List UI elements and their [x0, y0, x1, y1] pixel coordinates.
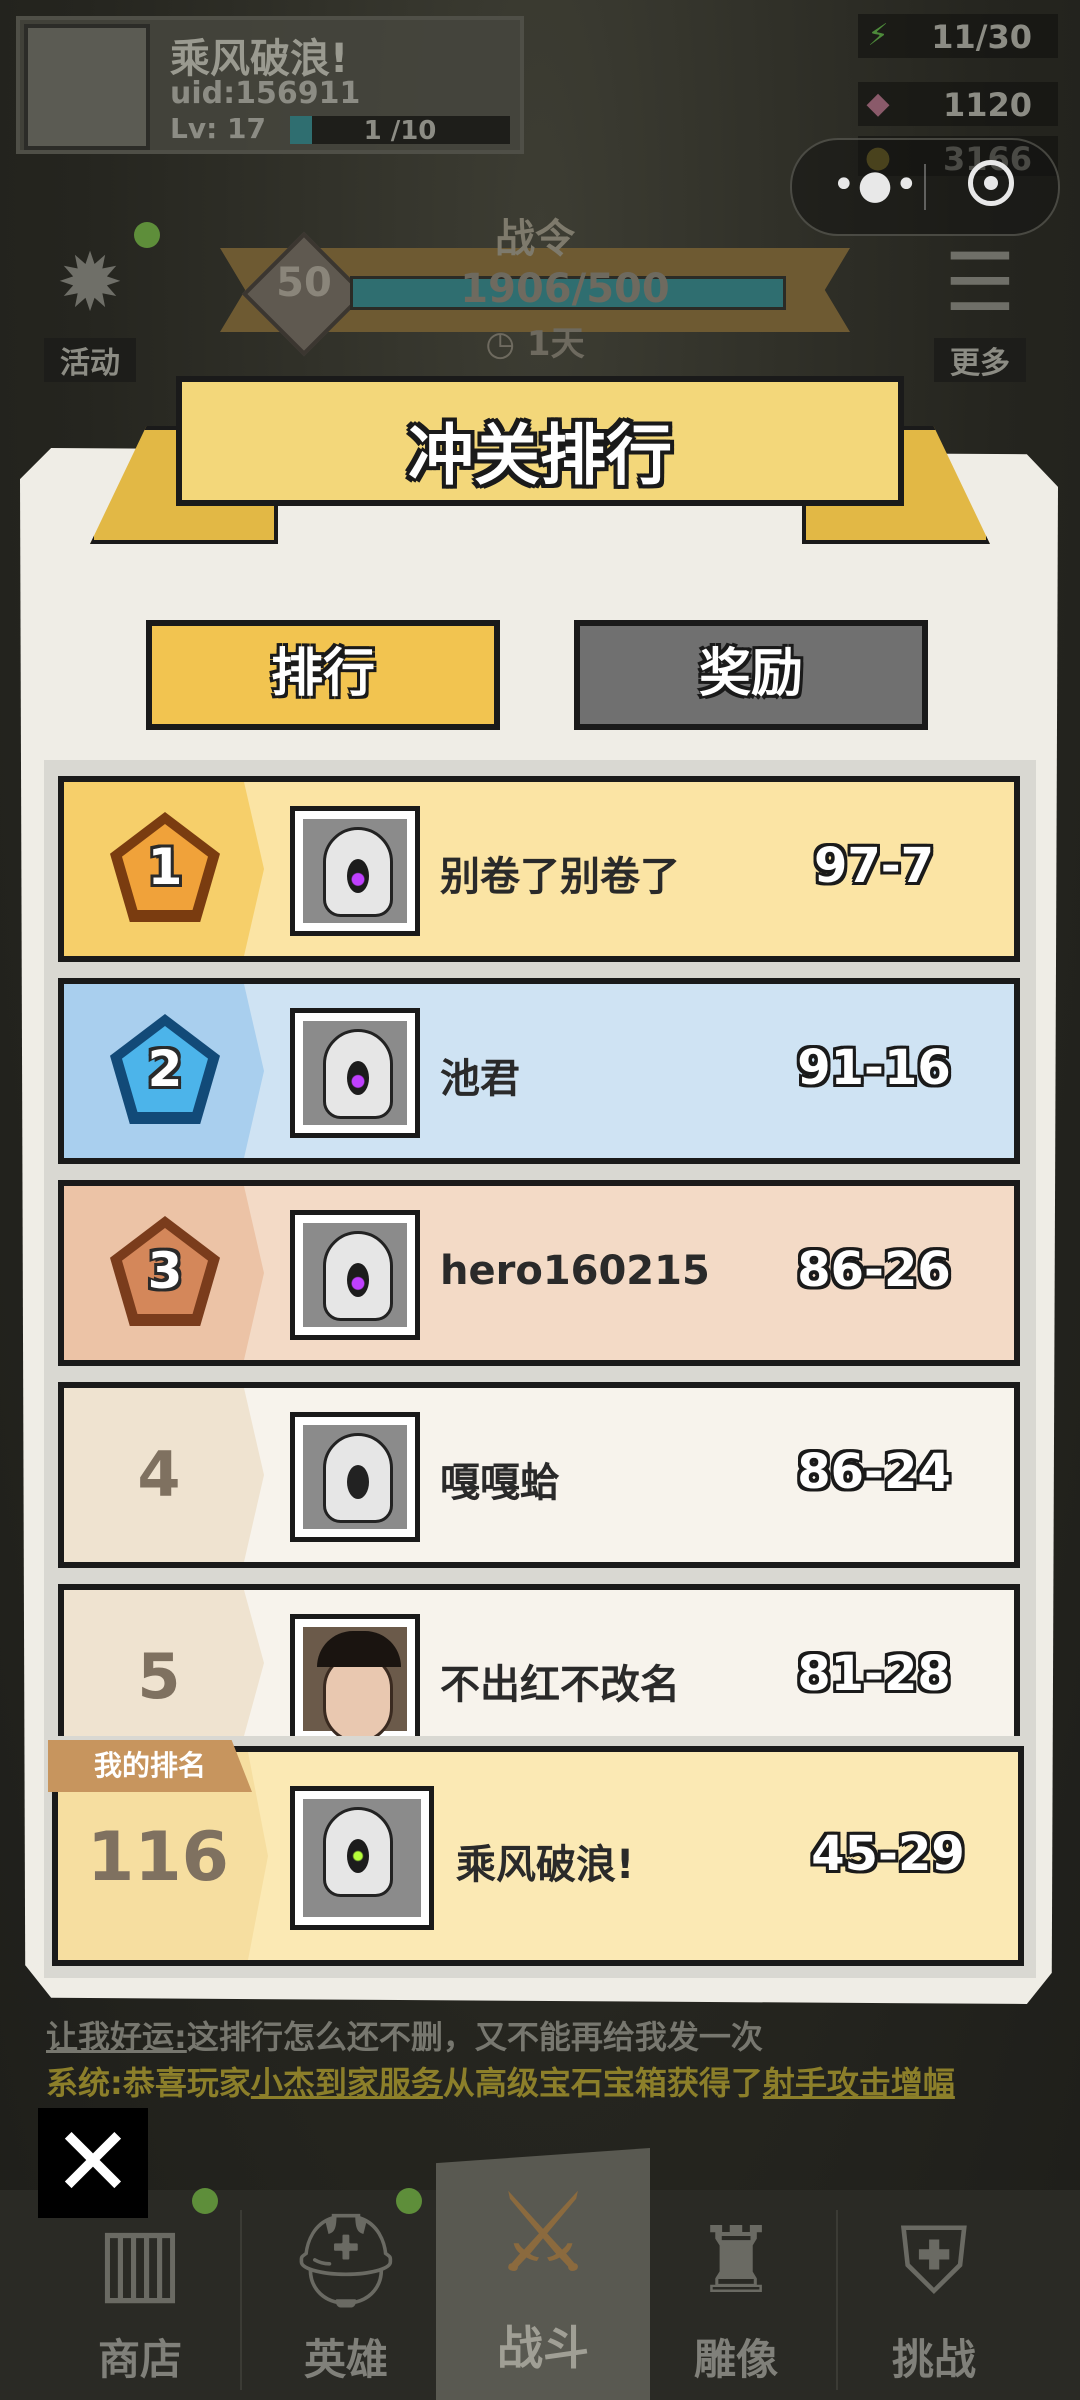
- nav-challenge-label: 挑战: [891, 2335, 976, 2384]
- player-score: 86-24: [797, 1444, 951, 1500]
- gem-value: 1120: [942, 86, 1032, 124]
- rank-number: 1: [147, 838, 183, 896]
- avatar: [290, 806, 420, 936]
- activity-button[interactable]: ✹ 活动: [30, 228, 150, 382]
- system-message: 系统:恭喜玩家小杰到家服务从高级宝石宝箱获得了射手攻击增幅: [46, 2058, 955, 2104]
- lightning-icon: ⚡: [867, 18, 889, 53]
- nav-shop[interactable]: ▥ 商店: [40, 2196, 240, 2400]
- energy-counter[interactable]: ⚡ 11/30: [858, 14, 1058, 58]
- level-exp-bar: 1 /10: [290, 116, 510, 146]
- close-button[interactable]: ✕: [38, 2108, 148, 2218]
- energy-value: 11/30: [931, 18, 1032, 56]
- capsule-divider: [924, 164, 926, 210]
- nav-hero[interactable]: ⛑ 英雄: [246, 2196, 446, 2400]
- gem-icon: ◆: [866, 86, 890, 121]
- nav-statue-label: 雕像: [693, 2335, 778, 2384]
- level-exp-text: 1 /10: [363, 116, 437, 146]
- avatar: [290, 1614, 420, 1736]
- close-target-icon[interactable]: [968, 160, 1014, 206]
- rank-number: 3: [147, 1242, 183, 1300]
- helmet-icon: ⛑: [287, 2207, 405, 2314]
- battle-pass-banner[interactable]: 战令 50 1906/500 ◷ 1天: [220, 216, 850, 364]
- player-score: 81-28: [797, 1646, 951, 1702]
- battle-pass-exp: 1906/500: [460, 266, 670, 312]
- chat-sender[interactable]: 让我好运:: [46, 2018, 187, 2056]
- shop-notification-dot: [192, 2188, 218, 2214]
- ranking-row[interactable]: 1 别卷了别卷了 97-7: [58, 776, 1020, 962]
- more-dots-icon[interactable]: •●•: [832, 162, 920, 208]
- nav-hero-label: 英雄: [303, 2335, 388, 2384]
- my-rank-tag: 我的排名: [48, 1740, 252, 1792]
- nav-divider: [240, 2210, 242, 2390]
- player-score: 97-7: [813, 838, 935, 894]
- rank-number: 2: [147, 1040, 183, 1098]
- banner-main: 冲关排行: [176, 376, 904, 506]
- avatar: [290, 1412, 420, 1542]
- tab-ranking[interactable]: 排行: [146, 620, 500, 730]
- my-score: 45-29: [811, 1826, 965, 1882]
- rank-number: 4: [137, 1438, 181, 1511]
- crossed-swords-icon: ⚔: [493, 2169, 593, 2297]
- activity-icon: ✹: [56, 236, 124, 329]
- activity-notification-dot: [134, 222, 160, 248]
- ranking-row[interactable]: 4 嘎嘎蛤 86-24: [58, 1382, 1020, 1568]
- player-card[interactable]: 乘风破浪! uid:156911 Lv: 17 1 /10: [16, 16, 524, 154]
- nav-statue[interactable]: ♜ 雕像: [636, 2196, 836, 2400]
- player-avatar: [24, 24, 150, 150]
- level-row: Lv: 17 1 /10: [170, 112, 520, 148]
- tab-reward[interactable]: 奖励: [574, 620, 928, 730]
- system-text: 恭喜玩家: [122, 2064, 251, 2102]
- my-name: 乘风破浪!: [456, 1842, 635, 1888]
- avatar: [290, 1008, 420, 1138]
- chat-message: 让我好运:这排行怎么还不删，又不能再给我发一次: [46, 2012, 763, 2058]
- battle-pass-time: ◷ 1天: [220, 316, 850, 365]
- ranking-title: 冲关排行: [408, 417, 672, 494]
- ranking-row[interactable]: 2 池君 91-16: [58, 978, 1020, 1164]
- player-name: 池君: [440, 1056, 520, 1102]
- battle-pass-time-left: 1天: [526, 324, 585, 364]
- nav-shop-label: 商店: [97, 2335, 182, 2384]
- player-level: Lv: 17: [170, 112, 267, 145]
- ranking-row[interactable]: 3 hero160215 86-26: [58, 1180, 1020, 1366]
- player-uid: uid:156911: [170, 76, 361, 111]
- system-player-link[interactable]: 小杰到家服务: [251, 2064, 443, 2102]
- shield-icon: ⛨: [899, 2207, 969, 2314]
- ranking-title-banner: 冲关排行: [90, 376, 990, 544]
- avatar: [290, 1210, 420, 1340]
- my-rank-number: 116: [87, 1818, 229, 1897]
- system-text: 从高级宝石宝箱获得了: [442, 2064, 763, 2102]
- gem-counter[interactable]: ◆ 1120: [858, 82, 1058, 126]
- more-button[interactable]: ☰ 更多: [920, 228, 1040, 382]
- ranking-row[interactable]: 5 不出红不改名 81-28: [58, 1584, 1020, 1736]
- player-name: 不出红不改名: [440, 1662, 680, 1708]
- rank-number: 5: [137, 1640, 181, 1713]
- system-prefix: 系统:: [46, 2064, 123, 2102]
- player-name: hero160215: [440, 1248, 710, 1294]
- battle-pass-level: 50: [276, 260, 332, 306]
- hero-notification-dot: [396, 2188, 422, 2214]
- list-icon: ☰: [944, 236, 1016, 329]
- statue-icon: ♜: [694, 2207, 778, 2314]
- player-name: 别卷了别卷了: [440, 854, 680, 900]
- nav-challenge[interactable]: ⛨ 挑战: [834, 2196, 1034, 2400]
- nav-battle[interactable]: ⚔ 战斗: [436, 2148, 650, 2400]
- my-avatar: [290, 1786, 434, 1930]
- system-item-link[interactable]: 射手攻击增幅: [763, 2064, 955, 2102]
- player-score: 86-26: [797, 1242, 951, 1298]
- player-name: 嘎嘎蛤: [440, 1460, 560, 1506]
- clock-icon: ◷: [485, 324, 516, 364]
- nav-battle-label: 战斗: [497, 2321, 589, 2375]
- player-score: 91-16: [797, 1040, 951, 1096]
- chat-text: 这排行怎么还不删，又不能再给我发一次: [186, 2018, 763, 2056]
